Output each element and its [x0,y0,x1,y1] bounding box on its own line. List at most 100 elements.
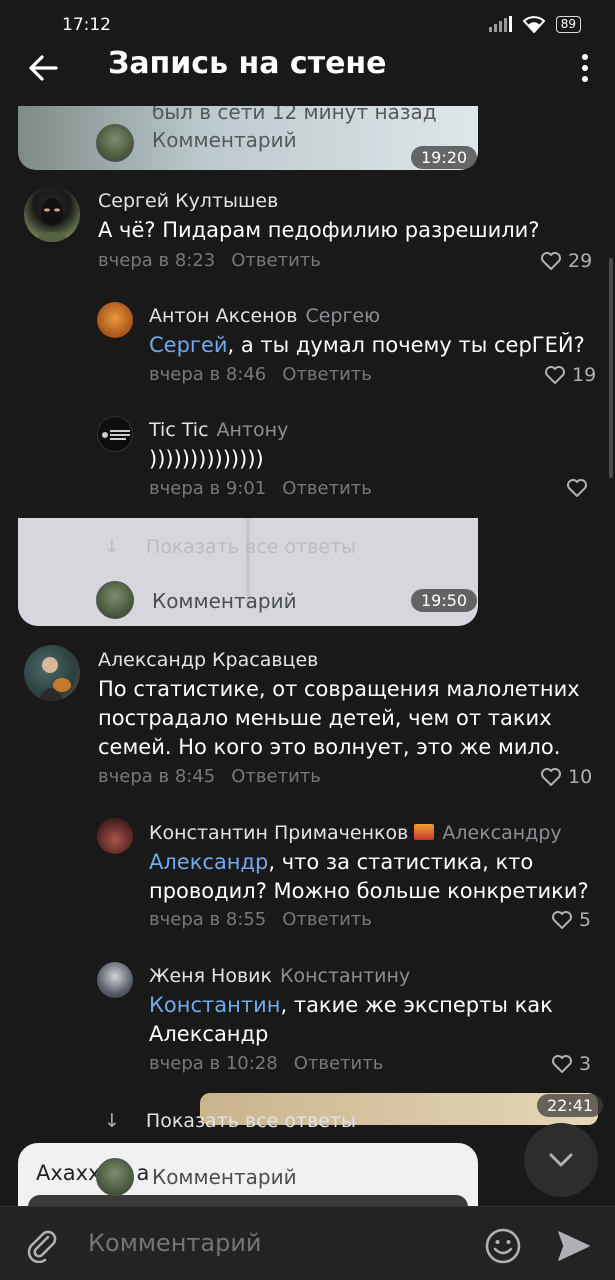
author-name[interactable]: Tic Tic [149,419,209,441]
avatar[interactable] [97,302,133,338]
scroll-down-button[interactable] [524,1123,598,1197]
comment-line: Александр [149,1022,269,1046]
show-all-label[interactable]: Показать все ответы [146,1110,356,1132]
comment-author[interactable]: Женя Новик Константину [149,965,410,987]
like-button[interactable]: 19 [544,364,596,386]
avatar[interactable] [97,416,133,452]
wifi-icon [522,16,546,33]
comment-time: вчера в 8:45 [98,766,216,787]
reply-button[interactable]: Ответить [282,909,372,930]
comment-line: По статистике, от совращения малолетних [98,677,580,701]
avatar[interactable] [97,962,133,998]
comment-line: семей. Но кого это волнует, это же мило. [98,735,561,759]
reply-button[interactable]: Ответить [231,250,321,271]
arrow-down-icon: ↓ [104,536,120,558]
show-all-replies-button[interactable]: ↓ Показать все ответы [104,1110,356,1132]
comment-text: )))))))))))))) [149,447,264,471]
comment-text: А чё? Пидарам педофилию разрешили? [98,218,540,242]
comment-author[interactable]: Сергей Култышев [98,190,278,212]
like-button[interactable]: 10 [540,766,592,788]
heart-icon [545,366,565,384]
comment-meta: вчера в 8:45 Ответить [98,766,321,787]
like-count: 10 [568,766,593,788]
overlay-comment-label: Комментарий [152,1165,297,1189]
comment-line: , что за статистика, кто [268,850,534,874]
like-count: 3 [579,1053,592,1075]
like-button[interactable] [566,478,588,498]
top-bar: Запись на стене [0,40,615,106]
overlay-timestamp: 22:41 [537,1094,604,1117]
emoji-icon[interactable] [484,1227,522,1265]
reply-button[interactable]: Ответить [282,364,372,385]
like-count: 29 [568,250,593,272]
comment-time: вчера в 8:55 [149,909,267,930]
comment-text: По статистике, от совращения малолетних … [98,675,580,762]
person-with-guitar-icon [38,657,71,701]
like-button[interactable]: 5 [551,909,591,931]
scrollbar[interactable] [609,258,613,478]
send-icon[interactable] [556,1229,592,1263]
paperclip-icon[interactable] [24,1227,60,1263]
overlay-timestamp: 19:50 [411,589,478,612]
arrow-down-icon: ↓ [104,1110,120,1132]
heart-icon [541,768,561,786]
heart-icon [552,911,572,929]
masked-person-icon [32,198,72,242]
author-name[interactable]: Женя Новик [149,965,272,987]
signal-icon [488,16,512,32]
avatar[interactable] [24,186,80,242]
like-button[interactable]: 3 [551,1053,591,1075]
reply-button[interactable]: Ответить [294,1053,384,1074]
reply-button[interactable]: Ответить [231,766,321,787]
comment-author[interactable]: Антон Аксенов Сергею [149,305,380,327]
mention-link[interactable]: Константин [149,993,280,1017]
comment-body: , а ты думал почему ты серГЕЙ? [227,333,585,357]
comment-time: вчера в 10:28 [149,1053,278,1074]
overlay-timestamp: 19:20 [411,146,478,169]
like-button[interactable]: 29 [540,250,592,272]
media-fragment-top: был в сети 12 минут назад Комментарий [18,100,478,170]
page-title: Запись на стене [108,46,387,81]
comment-line: , такие же эксперты как [280,993,553,1017]
like-count: 5 [579,909,592,931]
comment-meta: вчера в 10:28 Ответить [149,1053,383,1074]
reply-to-name: Константину [279,965,411,987]
comment-input[interactable] [88,1229,468,1257]
comment-author[interactable]: Александр Красавцев [98,649,318,671]
like-count: 19 [572,364,597,386]
overlay-comment-label: Комментарий [152,589,297,613]
heart-icon [567,479,587,497]
comment-meta: вчера в 8:46 Ответить [149,364,372,385]
mention-link[interactable]: Сергей [149,333,228,357]
comment-composer [0,1206,615,1280]
comment-line: проводил? Можно больше конкретики? [149,879,589,903]
battery-icon: 89 [555,15,581,33]
heart-icon [552,1055,572,1073]
author-name[interactable]: Константин Примаченков [149,822,408,844]
comment-text: Константин, такие же эксперты как Алекса… [149,991,553,1049]
comment-meta: вчера в 8:23 Ответить [98,250,321,271]
avatar[interactable] [24,645,80,701]
back-arrow-icon[interactable] [26,50,62,86]
comment-time: вчера в 8:46 [149,364,267,385]
mention-link[interactable]: Александр [149,850,268,874]
comment-author[interactable]: Константин Примаченков Александру [149,822,562,844]
status-time: 17:12 [62,15,111,35]
reply-to-name: Сергею [305,305,381,327]
overlay-avatar [96,1158,134,1196]
comment-time: вчера в 8:23 [98,250,216,271]
sunset-emoji-icon [414,824,435,840]
avatar[interactable] [97,818,133,854]
reply-to-name: Александру [442,822,562,844]
faded-comment-label: Комментарий [152,128,297,152]
overlay-avatar [96,581,134,619]
more-vertical-icon[interactable] [579,50,591,86]
comment-time: вчера в 9:01 [149,478,267,499]
comment-text: Александр, что за статистика, кто провод… [149,848,589,906]
reply-button[interactable]: Ответить [282,478,372,499]
overlay-avatar [96,124,134,162]
comment-meta: вчера в 9:01 Ответить [149,478,372,499]
comment-meta: вчера в 8:55 Ответить [149,909,372,930]
comment-author[interactable]: Tic Tic Антону [149,419,288,441]
author-name[interactable]: Антон Аксенов [149,305,297,327]
